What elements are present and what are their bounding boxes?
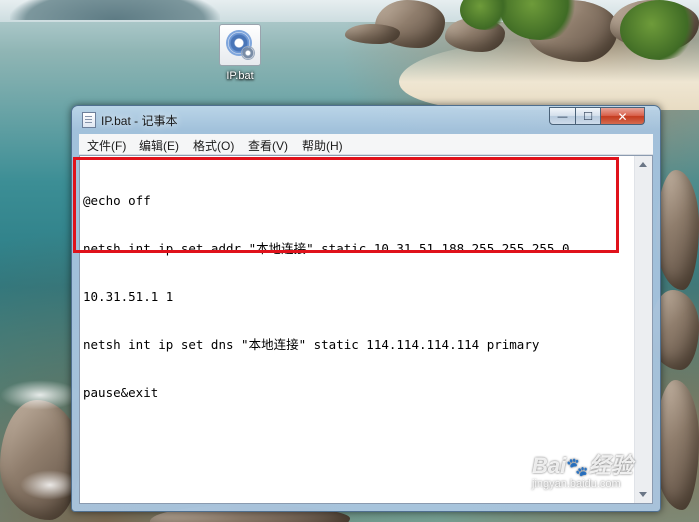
paw-icon: 🐾	[566, 457, 589, 477]
sea-foam	[0, 380, 80, 410]
palm-foliage	[620, 0, 699, 60]
desktop-icon-label: IP.bat	[226, 70, 254, 82]
scroll-down-arrow-icon[interactable]	[639, 492, 647, 497]
scroll-up-arrow-icon[interactable]	[639, 162, 647, 167]
distant-island	[10, 0, 220, 20]
desktop-icon-ip-bat[interactable]: IP.bat	[212, 24, 268, 90]
menu-edit[interactable]: 编辑(E)	[139, 137, 179, 154]
minimize-button[interactable]: —	[549, 107, 576, 125]
close-button[interactable]: ✕	[600, 107, 645, 125]
title-bar[interactable]: IP.bat - 记事本 — ☐ ✕	[72, 106, 660, 132]
rock	[655, 380, 699, 510]
rock	[345, 24, 400, 44]
watermark-url: jingyan.baidu.com	[532, 478, 621, 490]
desktop-background: IP.bat IP.bat - 记事本 — ☐ ✕ 文件(F) 编辑(E) 格式…	[0, 0, 699, 522]
rock	[656, 170, 699, 290]
small-gear-icon	[242, 47, 254, 59]
baidu-jingyan-watermark: Bai🐾经验 jingyan.baidu.com	[532, 448, 633, 490]
watermark-suffix: 经验	[588, 453, 633, 478]
red-highlight-box	[73, 157, 619, 253]
text-line: 10.31.51.1 1	[83, 289, 174, 304]
menu-file[interactable]: 文件(F)	[87, 137, 126, 154]
window-title: IP.bat - 记事本	[101, 114, 178, 128]
menu-bar: 文件(F) 编辑(E) 格式(O) 查看(V) 帮助(H)	[79, 134, 653, 155]
vertical-scrollbar[interactable]	[634, 156, 652, 503]
watermark-brand: Bai	[532, 453, 567, 478]
text-line: pause&exit	[83, 385, 159, 400]
notepad-icon[interactable]	[82, 112, 96, 128]
menu-format[interactable]: 格式(O)	[193, 137, 234, 154]
batch-file-gear-icon	[219, 24, 261, 66]
menu-view[interactable]: 查看(V)	[248, 137, 288, 154]
menu-help[interactable]: 帮助(H)	[302, 137, 343, 154]
maximize-button[interactable]: ☐	[575, 107, 601, 125]
text-line: netsh int ip set dns "本地连接" static 114.1…	[83, 337, 540, 352]
rock	[0, 400, 80, 520]
